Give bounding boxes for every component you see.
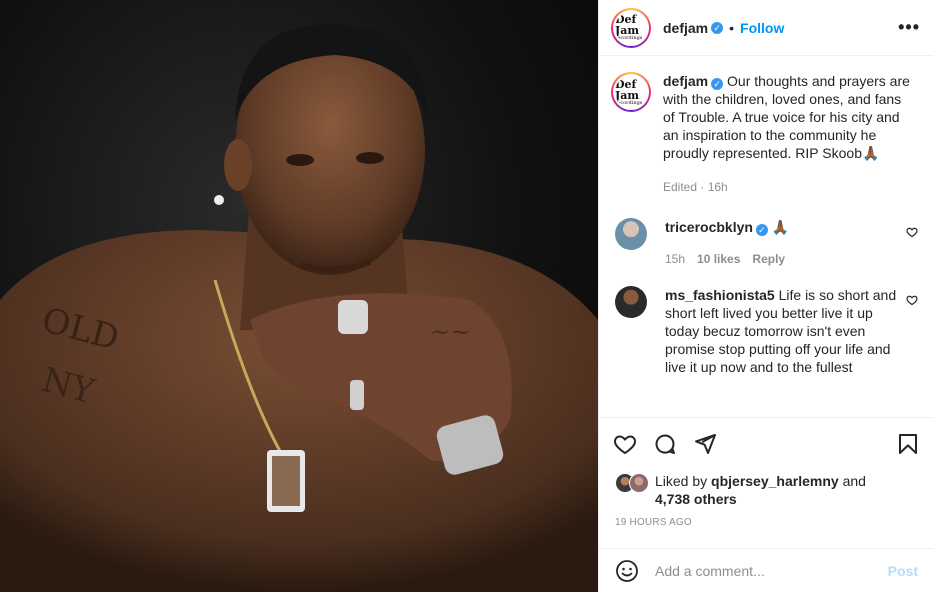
defjam-logo: Def Jam recordings [615, 14, 647, 41]
comment-time: 15h [665, 252, 686, 266]
post-comment-button[interactable]: Post [888, 563, 918, 579]
instagram-post-modal: OLD NY ~~ Def Jam recordings defjam ✓ • … [0, 0, 934, 592]
add-comment-bar: Post [599, 548, 934, 592]
comment-body: ms_fashionista5 Life is so short and sho… [665, 286, 918, 376]
portrait-image: OLD NY ~~ [0, 24, 598, 592]
comment-like-heart-icon[interactable] [906, 226, 918, 238]
caption-body: defjam ✓ Our thoughts and prayers are wit… [663, 72, 918, 196]
liked-by-row: Liked by qbjersey_harlemny and 4,738 oth… [615, 472, 922, 508]
comments-list[interactable]: Def Jam recordings defjam ✓ Our thoughts … [599, 56, 934, 416]
logo-subtext: recordings [615, 99, 643, 106]
heart-icon[interactable] [613, 432, 637, 456]
likes-count[interactable]: 4,738 others [655, 491, 737, 507]
post-side-panel: Def Jam recordings defjam ✓ • Follow •••… [598, 0, 934, 592]
comment-meta: 15h 10 likes Reply [665, 250, 904, 268]
liked-by-prefix: Liked by [655, 473, 708, 489]
verified-badge-icon: ✓ [711, 21, 724, 34]
reply-button[interactable]: Reply [752, 250, 785, 268]
caption-avatar[interactable]: Def Jam recordings [611, 72, 651, 112]
logo-text: Def Jam [615, 13, 639, 37]
more-options-icon[interactable]: ••• [898, 17, 920, 38]
paper-plane-icon[interactable] [693, 432, 717, 456]
commenter-avatar[interactable] [615, 218, 647, 250]
comment-item: tricerocbklyn ✓ 🙏🏾 15h 10 likes Reply [611, 218, 918, 268]
edited-timestamp: Edited · 16h [663, 180, 728, 194]
liker-avatar [629, 473, 649, 493]
comment-likes[interactable]: 10 likes [697, 250, 740, 268]
post-photo[interactable]: OLD NY ~~ [0, 0, 598, 592]
liked-by-text: Liked by qbjersey_harlemny and 4,738 oth… [655, 472, 866, 508]
comment-like-heart-icon[interactable] [906, 294, 918, 306]
action-bar [599, 417, 934, 469]
commenter-avatar[interactable] [615, 286, 647, 318]
caption: Def Jam recordings defjam ✓ Our thoughts … [611, 72, 918, 196]
comment-text: 🙏🏾 [771, 219, 790, 235]
author-avatar[interactable]: Def Jam recordings [611, 7, 651, 48]
post-header: Def Jam recordings defjam ✓ • Follow ••• [599, 0, 934, 56]
comment-bubble-icon[interactable] [653, 432, 677, 456]
liker-avatars[interactable] [615, 473, 649, 493]
defjam-logo: Def Jam recordings [615, 79, 647, 106]
author-username[interactable]: defjam [663, 20, 708, 36]
caption-username[interactable]: defjam [663, 73, 708, 89]
liked-by-and: and [842, 473, 866, 489]
liked-by-user[interactable]: qbjersey_harlemny [711, 473, 839, 489]
comment-body: tricerocbklyn ✓ 🙏🏾 15h 10 likes Reply [665, 218, 918, 268]
verified-badge-icon: ✓ [755, 224, 768, 236]
comment-username[interactable]: ms_fashionista5 [665, 287, 775, 303]
separator-dot: • [729, 19, 735, 36]
bookmark-icon[interactable] [896, 432, 920, 456]
follow-button[interactable]: Follow [740, 20, 784, 36]
svg-text:~~: ~~ [430, 318, 470, 346]
verified-badge-icon: ✓ [711, 78, 724, 90]
logo-text: Def Jam [615, 77, 639, 102]
comment-username[interactable]: tricerocbklyn [665, 219, 753, 235]
logo-subtext: recordings [615, 35, 643, 41]
smiley-icon[interactable] [615, 559, 639, 583]
comment-item: ms_fashionista5 Life is so short and sho… [611, 286, 918, 376]
post-timestamp[interactable]: 19 HOURS AGO [615, 517, 692, 528]
caption-meta: Edited · 16h [663, 178, 910, 196]
comment-input[interactable] [655, 562, 888, 579]
